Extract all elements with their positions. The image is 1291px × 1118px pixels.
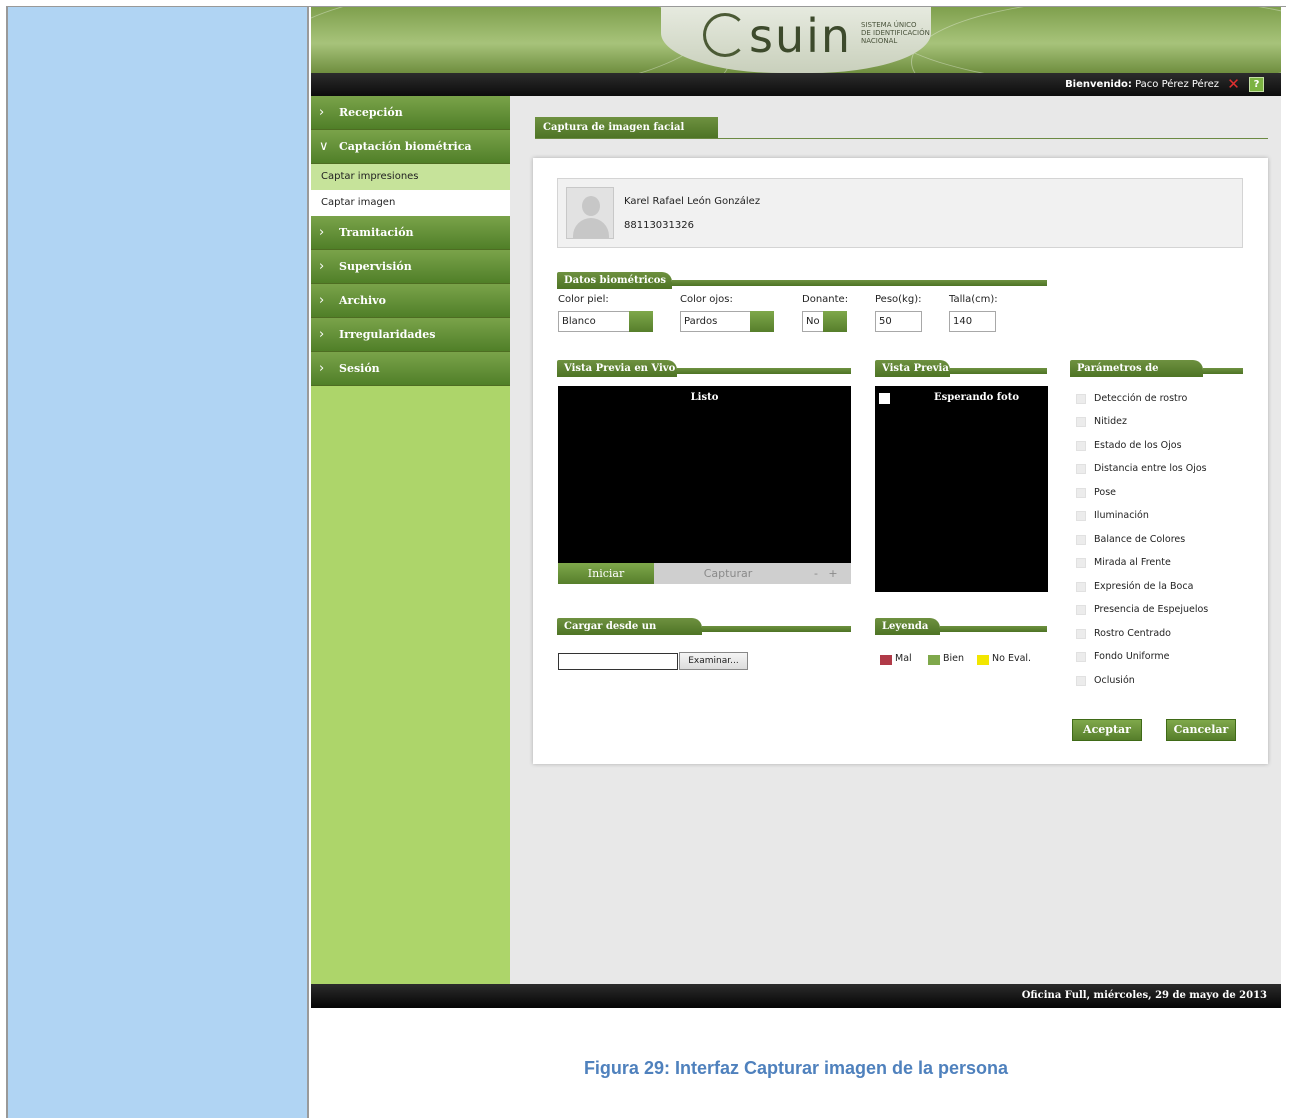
chevron-right-icon: › [319,225,325,240]
skin-color-select[interactable]: Blanco [558,311,653,332]
preview-status: Esperando foto [933,392,1020,403]
document-margin [6,6,309,1118]
figure-caption: Figura 29: Interfaz Capturar imagen de l… [583,1058,1009,1078]
main-content: Captura de imagen facial Karel Rafael Le… [510,96,1281,984]
help-icon[interactable]: ? [1249,77,1264,92]
quality-indicator [1076,652,1086,662]
zoom-out-button[interactable]: - [810,563,822,584]
accept-button[interactable]: Aceptar [1072,719,1142,741]
welcome-text: Bienvenido: Paco Pérez Pérez [1065,79,1219,90]
sidebar-item-captacion-biometrica[interactable]: ∨ Captación biométrica [311,130,510,164]
capture-panel: Karel Rafael León González 88113031326 D… [533,158,1268,764]
legend-swatch-bad [880,655,892,665]
dropdown-button[interactable] [823,311,847,332]
donor-label: Donante: [802,294,849,305]
chevron-right-icon: › [319,259,325,274]
footer-text: Oficina Full, miércoles, 29 de mayo de 2… [1021,990,1267,1001]
quality-indicator [1076,535,1086,545]
capture-button[interactable]: Capturar [654,563,802,584]
skin-color-label: Color piel: [558,294,609,305]
sidebar-subitem-captar-impresiones[interactable]: Captar impresiones [311,164,510,190]
page-title: Captura de imagen facial [535,117,718,138]
quality-indicator [1076,394,1086,404]
start-button[interactable]: Iniciar [558,563,654,584]
quality-indicator [1076,629,1086,639]
zoom-in-button[interactable]: + [826,563,840,584]
chevron-right-icon: › [319,293,325,308]
person-id: 88113031326 [624,220,694,231]
eye-color-label: Color ojos: [680,294,733,305]
sidebar-item-tramitacion[interactable]: › Tramitación [311,216,510,250]
chevron-right-icon: › [319,327,325,342]
quality-indicator [1076,582,1086,592]
file-path-input[interactable] [558,653,678,670]
close-icon[interactable]: ✕ [1226,77,1241,92]
section-title-quality: Parámetros de Calidad [1070,360,1203,391]
dropdown-button[interactable] [750,311,774,332]
browse-button[interactable]: Examinar... [679,652,748,670]
eye-color-select[interactable]: Pardos [680,311,774,332]
title-divider [535,138,1268,139]
weight-field[interactable]: 50 [875,311,922,332]
live-preview-viewer: Listo [558,386,851,563]
logo-text: suin [749,9,853,63]
section-title-biometrics: Datos biométricos [557,272,672,289]
section-title-legend: Leyenda [875,618,940,635]
section-rule [940,626,1047,632]
logo-subtitle: SISTEMA ÚNICO DE IDENTIFICACIÓN NACIONAL [861,21,930,45]
section-rule [702,626,851,632]
person-card: Karel Rafael León González 88113031326 [557,178,1243,248]
capture-controls: Iniciar Capturar - + [558,563,851,584]
top-bar: Bienvenido: Paco Pérez Pérez ✕ ? [311,73,1281,96]
preview-viewer: Esperando foto [875,386,1048,592]
avatar [566,187,614,239]
section-title-live-preview: Vista Previa en Vivo [557,360,677,377]
live-preview-status: Listo [690,392,719,403]
legend-swatch-good [928,655,940,665]
cancel-button[interactable]: Cancelar [1166,719,1236,741]
quality-indicator [1076,464,1086,474]
weight-label: Peso(kg): [875,294,922,305]
quality-indicator [1076,488,1086,498]
section-title-file-load: Cargar desde un Fichero [557,618,702,649]
sidebar-item-supervision[interactable]: › Supervisión [311,250,510,284]
legend-swatch-not-evaluated [977,655,989,665]
avatar-body-icon [573,218,609,238]
chevron-right-icon: › [319,105,325,120]
avatar-head-icon [582,196,600,216]
preview-checkbox[interactable] [879,393,890,404]
height-label: Talla(cm): [949,294,998,305]
person-name: Karel Rafael León González [624,196,761,207]
quality-indicator [1076,558,1086,568]
section-title-preview: Vista Previa [875,360,950,377]
quality-indicator [1076,417,1086,427]
sidebar-subitem-captar-imagen[interactable]: Captar imagen [311,190,510,216]
app-window: suin SISTEMA ÚNICO DE IDENTIFICACIÓN NAC… [311,7,1281,1008]
legend-label-not-evaluated: No Eval. [992,653,1032,664]
chevron-down-icon: ∨ [319,139,329,154]
donor-select[interactable]: No [802,311,847,332]
section-rule [672,280,1047,286]
quality-indicator [1076,511,1086,521]
section-rule [1203,368,1243,374]
legend-label-bad: Mal [895,653,912,664]
footer-bar: Oficina Full, miércoles, 29 de mayo de 2… [311,984,1281,1008]
sidebar-item-recepcion[interactable]: › Recepción [311,96,510,130]
section-rule [950,368,1047,374]
user-name: Paco Pérez Pérez [1135,79,1219,90]
quality-indicator [1076,605,1086,615]
legend-label-good: Bien [943,653,965,664]
header-banner: suin SISTEMA ÚNICO DE IDENTIFICACIÓN NAC… [311,7,1281,73]
sidebar: › Recepción ∨ Captación biométrica Capta… [311,96,510,984]
section-rule [677,368,851,374]
sidebar-item-archivo[interactable]: › Archivo [311,284,510,318]
sidebar-item-irregularidades[interactable]: › Irregularidades [311,318,510,352]
fingerprint-logo-icon [703,13,747,57]
sidebar-item-sesion[interactable]: › Sesión [311,352,510,386]
dropdown-button[interactable] [629,311,653,332]
chevron-right-icon: › [319,361,325,376]
quality-indicator [1076,676,1086,686]
quality-indicator [1076,441,1086,451]
height-field[interactable]: 140 [949,311,996,332]
